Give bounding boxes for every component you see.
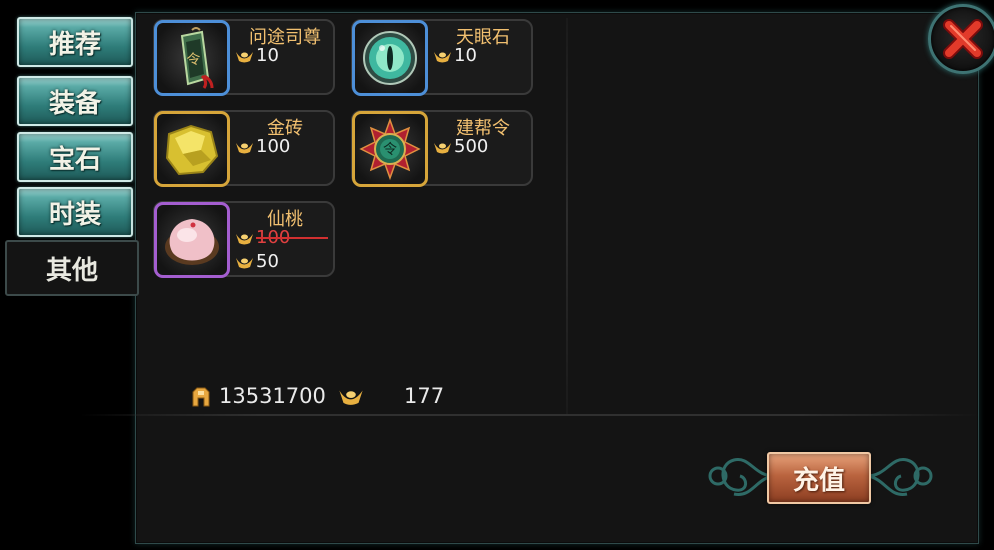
close-icon <box>943 19 983 59</box>
recharge-button[interactable]: 充值 <box>767 452 871 504</box>
tab-equipment[interactable]: 装备 <box>17 76 133 126</box>
ingot-balance: 177 <box>338 384 444 408</box>
guild-emblem-icon: 令 <box>359 118 421 180</box>
item-price: 10 <box>235 45 279 66</box>
gold-ingot-icon <box>434 51 451 62</box>
eye-stone-icon <box>363 31 417 85</box>
shop-item-card[interactable]: 天眼石 10 <box>351 19 533 96</box>
item-price: 50 <box>235 251 279 272</box>
price-value: 10 <box>454 45 477 66</box>
gold-ingot-icon <box>236 233 253 244</box>
tab-recommend[interactable]: 推荐 <box>17 17 133 67</box>
ingot-value: 177 <box>404 384 445 408</box>
copper-value: 13531700 <box>219 384 326 408</box>
tab-label: 推荐 <box>48 29 101 60</box>
item-price: 10 <box>433 45 477 66</box>
tab-fashion[interactable]: 时装 <box>17 187 133 237</box>
price-value: 500 <box>454 136 489 157</box>
footer-divider <box>80 414 980 416</box>
gold-ingot-icon <box>236 51 253 62</box>
item-icon-frame: 令 <box>154 20 230 96</box>
price-value: 10 <box>256 45 279 66</box>
gold-ingot-icon <box>434 142 451 153</box>
copper-coin-icon <box>192 387 210 407</box>
svg-text:令: 令 <box>186 51 202 69</box>
tab-label: 其他 <box>45 255 98 286</box>
tab-other[interactable]: 其他 <box>5 240 139 296</box>
gold-ingot-icon <box>236 142 253 153</box>
tab-label: 时装 <box>48 199 101 230</box>
tab-gems[interactable]: 宝石 <box>17 132 133 182</box>
gold-ingot-icon <box>236 257 253 268</box>
peach-icon <box>165 219 219 265</box>
right-ornament <box>866 458 933 496</box>
item-icon-frame <box>154 111 230 187</box>
gold-brick-icon <box>165 124 219 176</box>
item-original-price: 100 <box>235 227 329 248</box>
shop-item-card[interactable]: 令 问途司尊 10 <box>153 19 335 96</box>
shop-item-card[interactable]: 仙桃 100 50 <box>153 201 335 278</box>
item-icon-frame <box>352 20 428 96</box>
close-button[interactable] <box>928 4 994 74</box>
shop-item-card[interactable]: 金砖 100 <box>153 110 335 187</box>
gold-ingot-icon <box>339 390 363 405</box>
copper-balance: 13531700 <box>189 384 326 408</box>
price-value: 50 <box>256 251 279 272</box>
item-price: 100 <box>235 136 290 157</box>
tab-label: 宝石 <box>48 144 101 175</box>
recharge-label: 充值 <box>792 465 845 496</box>
price-value: 100 <box>256 136 291 157</box>
svg-text:令: 令 <box>383 142 397 158</box>
token-plaque-icon: 令 <box>180 27 214 89</box>
original-price-value: 100 <box>256 227 329 248</box>
shop-item-card[interactable]: 令 建帮令 500 <box>351 110 533 187</box>
column-divider <box>566 18 568 414</box>
tab-label: 装备 <box>48 88 101 119</box>
item-icon-frame <box>154 202 230 278</box>
item-price: 500 <box>433 136 488 157</box>
item-icon-frame: 令 <box>352 111 428 187</box>
